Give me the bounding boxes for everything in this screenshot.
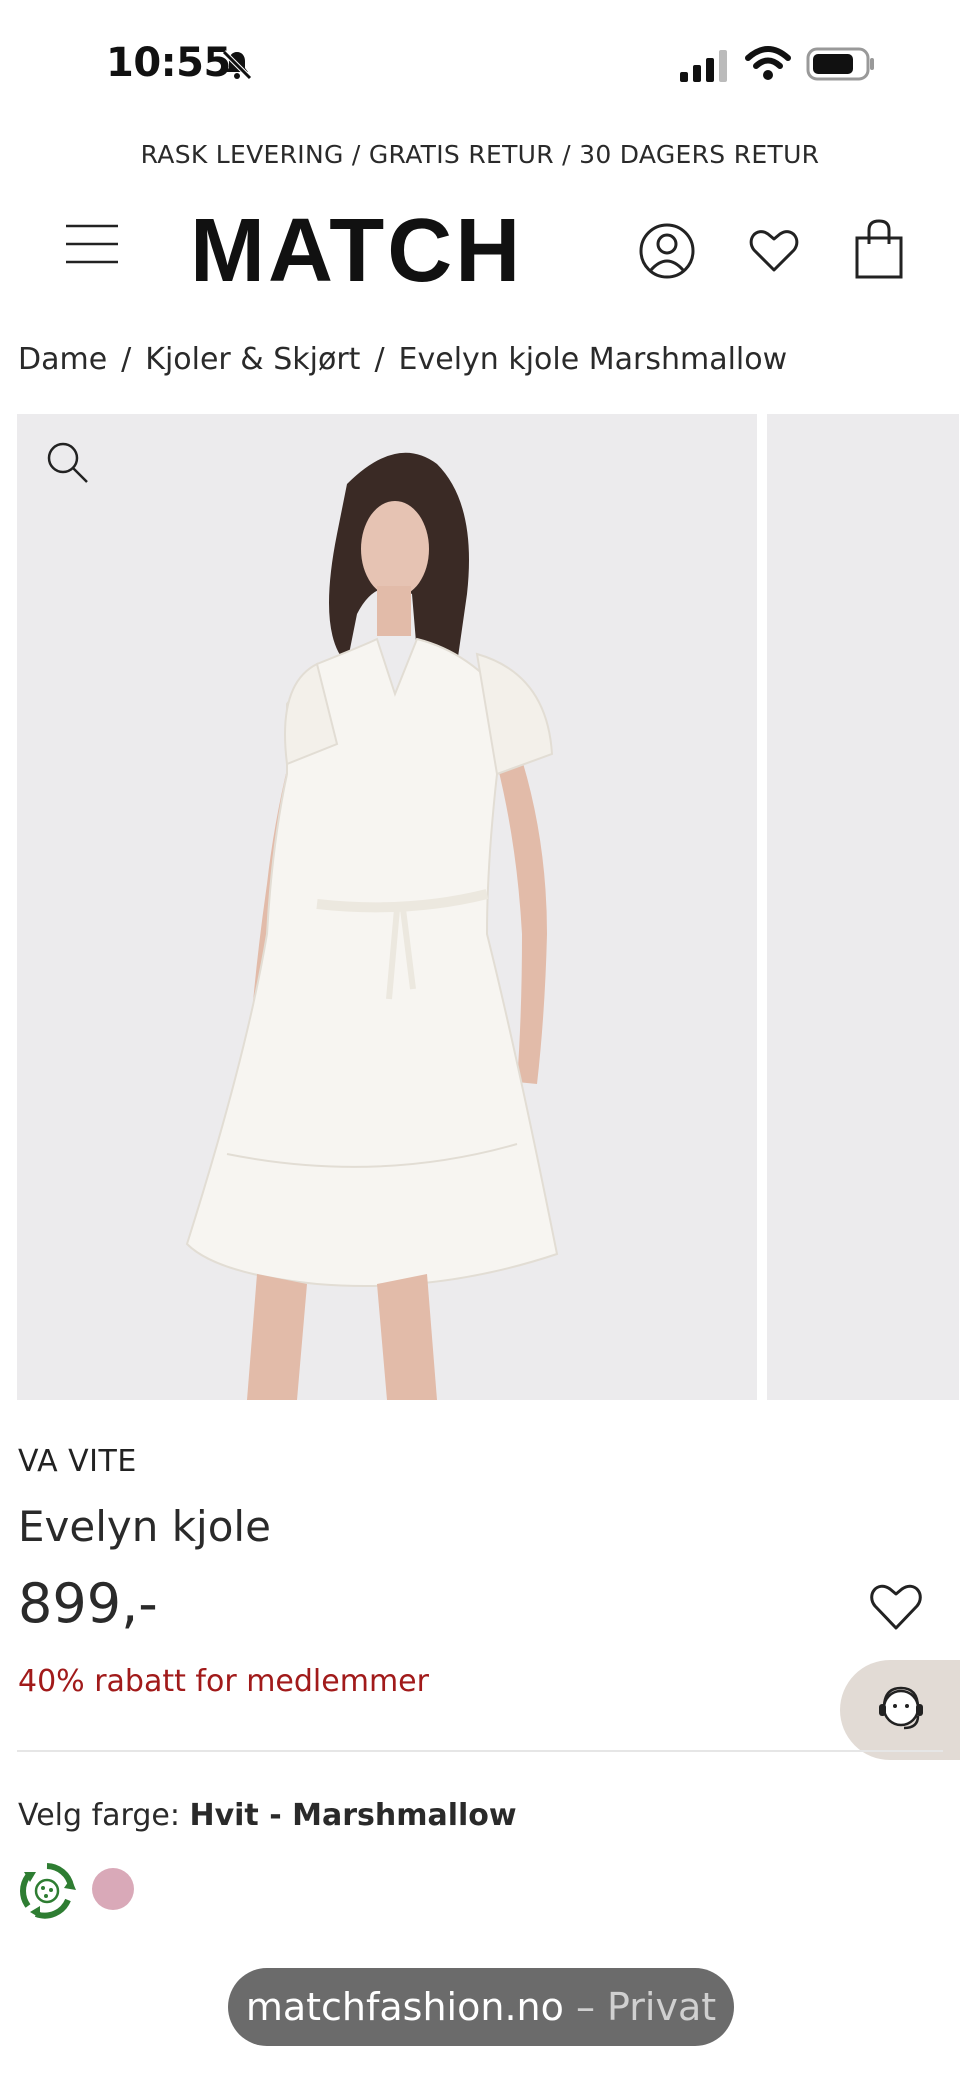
breadcrumb-item-kjoler[interactable]: Kjoler & Skjørt [145,342,360,377]
member-discount-text: 40% rabatt for medlemmer [18,1664,429,1699]
color-swatch-white-recycle-icon[interactable] [16,1860,78,1922]
browser-private-mode: Privat [607,1985,717,2029]
wifi-icon [745,46,791,80]
status-time: 10:55 [106,40,231,86]
breadcrumb-item-current: Evelyn kjole Marshmallow [398,342,788,377]
hamburger-menu-icon[interactable] [66,222,118,266]
battery-icon [806,47,874,81]
breadcrumb: Dame / Kjoler & Skjørt / Evelyn kjole Marshm… [18,342,787,377]
color-swatch-pink[interactable] [92,1868,134,1910]
model-dress-illustration [185,452,559,1400]
breadcrumb-separator: / [121,342,132,377]
product-secondary-image[interactable] [767,414,959,1400]
browser-address-bar[interactable]: matchfashion.no – Privat [228,1968,734,2046]
breadcrumb-separator: / [374,342,385,377]
product-gallery[interactable] [17,414,960,1400]
site-logo[interactable]: MATCH [190,206,523,296]
browser-domain: matchfashion.no [245,1985,564,2029]
bell-muted-icon [222,50,252,80]
color-selector-label: Velg farge: Hvit - Marshmallow [18,1798,517,1833]
add-to-favorites-heart-icon[interactable] [868,1580,924,1632]
account-icon[interactable] [638,222,696,280]
support-agent-icon [879,1686,923,1730]
color-prefix: Velg farge: [18,1798,180,1833]
promo-banner: RASK LEVERING / GRATIS RETUR / 30 DAGERS… [140,140,820,169]
breadcrumb-item-dame[interactable]: Dame [18,342,107,377]
selected-color-name: Hvit - Marshmallow [189,1798,517,1833]
status-bar: 10:55 [0,0,960,130]
signal-icon [680,50,727,82]
site-header: MATCH [0,200,960,310]
browser-separator: – [575,1985,595,2029]
product-brand[interactable]: VA VITE [18,1444,137,1479]
section-divider [17,1750,943,1752]
product-name: Evelyn kjole [18,1502,271,1551]
shopping-bag-icon[interactable] [854,218,904,280]
wishlist-heart-icon[interactable] [748,226,800,274]
customer-support-button[interactable] [840,1660,960,1760]
product-price: 899,- [18,1572,158,1635]
product-main-image[interactable] [17,414,757,1400]
